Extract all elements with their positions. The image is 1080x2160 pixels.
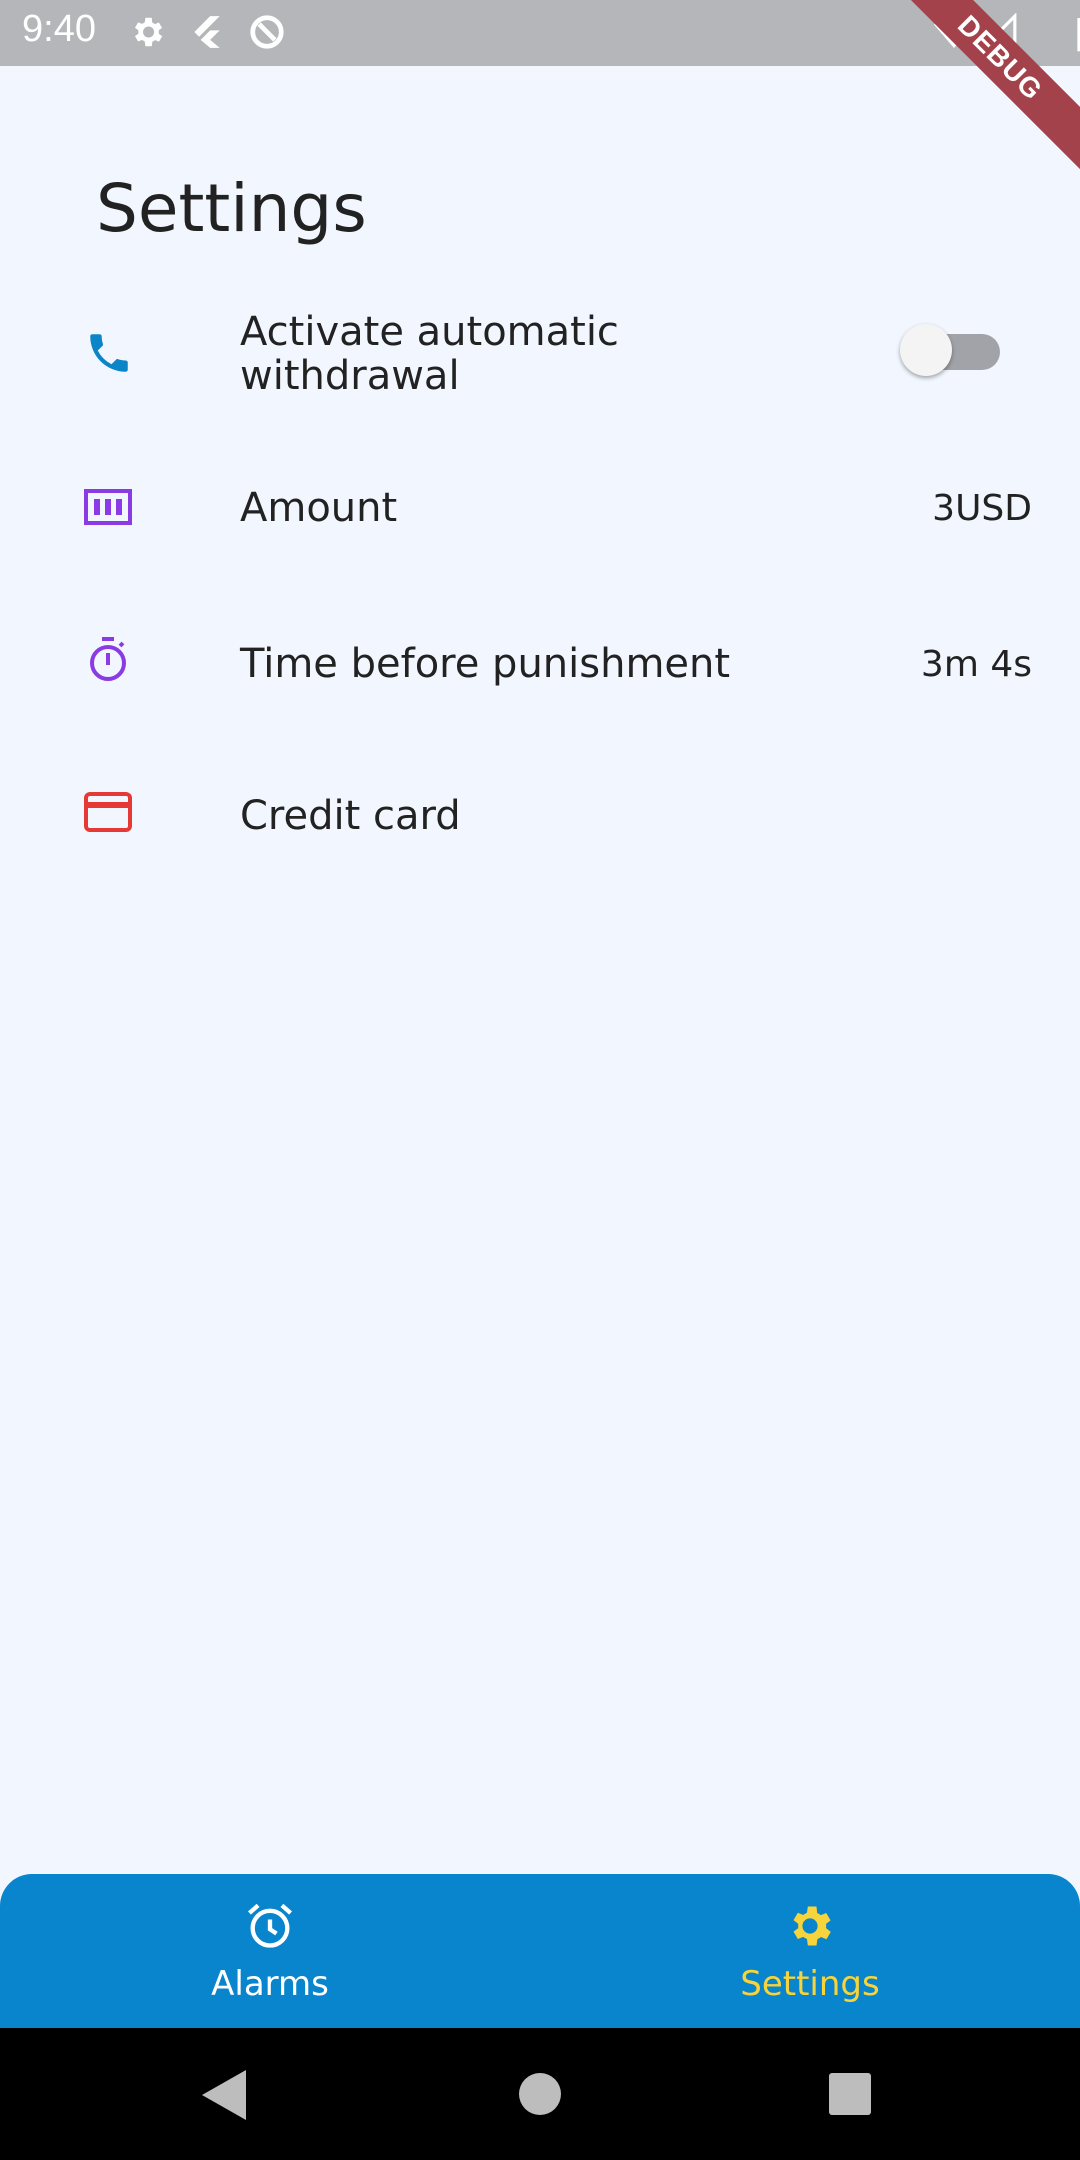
battery-icon [1077,18,1080,52]
system-navigation-bar [0,2028,1080,2160]
settings-row-automatic-withdrawal[interactable]: Activate automatic withdrawal [0,310,1080,410]
flutter-icon [194,16,220,48]
amount-value: 3USD [932,488,1032,529]
setting-label: Activate automatic withdrawal [240,309,619,399]
settings-row-amount[interactable]: Amount 3USD [0,478,1080,548]
nav-label-settings: Settings [740,1964,880,2004]
timer-icon [90,637,126,681]
data-saver-icon [250,15,284,49]
setting-label: Credit card [240,793,461,839]
home-icon[interactable] [518,2072,562,2116]
phone-icon [90,334,128,372]
automatic-withdrawal-toggle[interactable] [900,324,1000,376]
setting-label: Time before punishment [240,641,731,687]
settings-row-credit-card[interactable]: Credit card [0,786,1080,856]
page-title: Settings [96,170,367,247]
bottom-navigation-bar: Alarms Settings [0,1874,1080,2028]
back-icon[interactable] [202,2070,246,2120]
gear-icon [134,17,163,47]
recents-icon[interactable] [828,2072,872,2116]
credit-card-icon [84,792,132,832]
status-bar: 9:40 [0,0,1080,66]
nav-label-alarms: Alarms [211,1964,329,2004]
nav-item-settings[interactable]: Settings [660,1900,960,2004]
status-time: 9:40 [22,8,96,50]
nav-item-alarms[interactable]: Alarms [120,1900,420,2004]
toggle-thumb [900,324,952,376]
gear-icon [793,1906,831,1946]
time-value: 3m 4s [920,644,1032,685]
money-icon [84,489,132,525]
settings-row-time-before-punishment[interactable]: Time before punishment 3m 4s [0,632,1080,702]
setting-label: Amount [240,485,398,531]
alarm-icon [247,1903,293,1948]
